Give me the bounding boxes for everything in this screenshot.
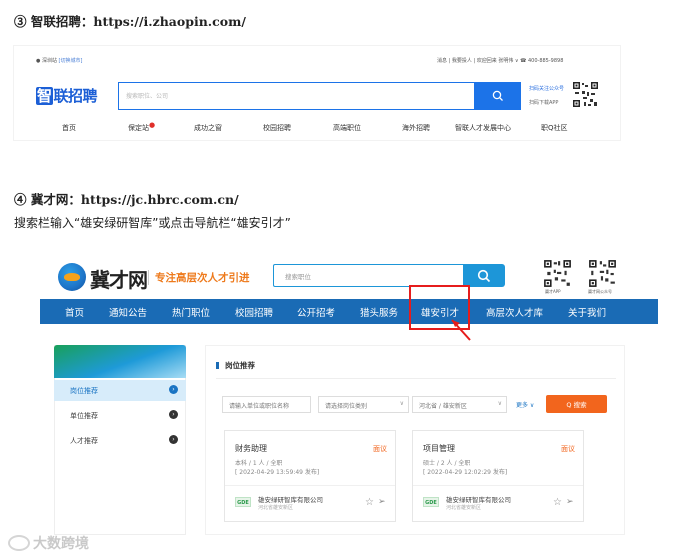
company-logo: GDE	[423, 497, 439, 507]
jicai-search-button[interactable]	[463, 264, 505, 287]
zhaopin-nav-baoding-label: 保定站	[128, 124, 149, 132]
divider	[413, 485, 583, 486]
zhaopin-switch-city-link[interactable]: [切换城市]	[59, 58, 83, 64]
sidebar-item-job-recommend[interactable]: 岗位推荐 ›	[54, 380, 186, 401]
zhaopin-nav-senior[interactable]: 高端职位	[333, 123, 361, 133]
share-send-icon[interactable]: ➢	[566, 497, 574, 507]
chevron-right-icon: ›	[169, 435, 178, 444]
instruction-text: 搜索栏输入“雄安绿研智库”或点击导航栏“雄安引才”	[14, 216, 291, 230]
job-title: 项目管理	[423, 444, 455, 453]
jicai-nav-home[interactable]: 首页	[65, 305, 84, 319]
divider	[225, 485, 395, 486]
zhaopin-logo-mark: 智	[36, 87, 53, 105]
company-name[interactable]: 雄安绿研智库有限公司	[258, 494, 323, 504]
zhaopin-city: ● 深圳站	[36, 58, 57, 64]
watermark-logo-icon	[8, 535, 30, 551]
zhaopin-app-line1: 扫码关注公众号	[529, 86, 565, 92]
chevron-right-icon: ›	[169, 410, 178, 419]
search-icon	[492, 90, 503, 101]
jicai-nav-talent-pool[interactable]: 高层次人才库	[486, 305, 543, 319]
jicai-nav-campus[interactable]: 校园招聘	[235, 305, 273, 319]
category-select-value: 请选择岗位类别	[325, 403, 368, 410]
job-date: [ 2022-04-29 13:59:49 发布]	[235, 469, 320, 476]
zhaopin-nav-baoding[interactable]: 保定站●	[128, 121, 156, 133]
jicai-main-title: 岗位推荐	[216, 360, 255, 371]
zhaopin-logo-text: 联招聘	[53, 87, 98, 105]
zhaopin-search-placeholder: 搜索职位、公司	[126, 93, 169, 100]
keyword-input[interactable]: 请输入单位或职位名称	[222, 396, 311, 413]
qr-code-icon	[543, 259, 572, 288]
region-select-value: 河北省 / 雄安新区	[419, 403, 467, 410]
company-name[interactable]: 雄安绿研智库有限公司	[446, 494, 511, 504]
zhaopin-search-input[interactable]: 搜索职位、公司	[118, 82, 475, 110]
category-select[interactable]: 请选择岗位类别 ∨	[318, 396, 409, 413]
zhaopin-top-links[interactable]: 消息 | 我要投人 | 欢迎回来 张明伟 ∨ ☎ 400-885-9898	[437, 57, 563, 64]
jicai-nav-headhunter[interactable]: 猎头服务	[360, 305, 398, 319]
section3-heading: ③ 智联招聘：https://i.zhaopin.com/	[14, 14, 246, 29]
favorite-star-icon[interactable]: ☆	[365, 497, 374, 508]
job-title: 财务助理	[235, 444, 267, 453]
share-send-icon[interactable]: ➢	[378, 497, 386, 507]
zhaopin-nav-success[interactable]: 成功之窗	[194, 123, 222, 133]
job-requirements: 本科 / 1 人 / 全职	[235, 460, 283, 467]
job-salary: 面议	[373, 445, 387, 453]
jicai-search-placeholder: 搜索职位	[285, 273, 311, 281]
watermark: 大数跨境	[8, 533, 89, 553]
sidebar-item-company-recommend[interactable]: 单位推荐 ›	[54, 405, 186, 426]
sidebar-item-talent-recommend[interactable]: 人才推荐 ›	[54, 430, 186, 451]
jicai-logo-icon[interactable]	[58, 263, 86, 291]
zhaopin-nav-overseas[interactable]: 海外招聘	[402, 123, 430, 133]
job-date: [ 2022-04-29 12:02:29 发布]	[423, 469, 508, 476]
jicai-nav-hot-jobs[interactable]: 热门职位	[172, 305, 210, 319]
search-icon	[477, 269, 491, 282]
jicai-nav-exams[interactable]: 公开招考	[297, 305, 335, 319]
job-requirements: 硕士 / 2 人 / 全职	[423, 460, 471, 467]
sidebar-item-label: 岗位推荐	[70, 387, 98, 395]
zhaopin-search-button[interactable]	[474, 82, 521, 110]
jicai-qr-caption-wechat: 冀才网公众号	[588, 289, 612, 294]
region-select[interactable]: 河北省 / 雄安新区 ∨	[412, 396, 507, 413]
jicai-sidebar-banner	[54, 345, 186, 378]
section4-heading: ④ 冀才网：https://jc.hbrc.com.cn/	[14, 192, 239, 207]
sidebar-item-label: 单位推荐	[70, 412, 98, 420]
jicai-slogan: 专注高层次人才引进	[148, 270, 250, 285]
company-location: 河北省雄安新区	[446, 505, 482, 511]
chevron-down-icon: ∨	[497, 400, 502, 407]
pointer-arrow-icon	[451, 319, 471, 341]
jicai-qr-caption-app: 冀才APP	[545, 289, 561, 294]
watermark-text: 大数跨境	[33, 536, 89, 552]
jicai-search-input[interactable]: 搜索职位	[273, 264, 463, 287]
zhaopin-logo[interactable]: 智联招聘	[36, 85, 98, 106]
chevron-down-icon: ∨	[399, 400, 404, 407]
qr-code-icon	[572, 81, 599, 108]
new-dot-icon: ●	[149, 121, 156, 129]
divider	[216, 378, 616, 379]
jicai-logo-text[interactable]: 冀才网	[90, 264, 148, 293]
zhaopin-nav-campus[interactable]: 校园招聘	[263, 123, 291, 133]
zhaopin-app-line2: 扫码下载APP	[529, 100, 559, 106]
query-button[interactable]: Q 搜索	[546, 395, 607, 413]
zhaopin-nav-talent-center[interactable]: 智联人才发展中心	[455, 123, 511, 133]
company-location: 河北省雄安新区	[258, 505, 294, 511]
company-logo: GDE	[235, 497, 251, 507]
sidebar-item-label: 人才推荐	[70, 437, 98, 445]
zhaopin-nav-home[interactable]: 首页	[62, 123, 76, 133]
job-salary: 面议	[561, 445, 575, 453]
favorite-star-icon[interactable]: ☆	[553, 497, 562, 508]
qr-code-icon	[588, 259, 617, 288]
zhaopin-city-selector[interactable]: ● 深圳站 [切换城市]	[36, 57, 82, 64]
jicai-nav-about[interactable]: 关于我们	[568, 305, 606, 319]
chevron-right-icon: ›	[169, 385, 178, 394]
more-filters-link[interactable]: 更多 ∨	[516, 400, 534, 409]
zhaopin-nav-zhiq[interactable]: 职Q社区	[541, 123, 568, 133]
job-card[interactable]: 项目管理 面议 硕士 / 2 人 / 全职 [ 2022-04-29 12:02…	[412, 430, 584, 522]
jicai-nav-notices[interactable]: 通知公告	[109, 305, 147, 319]
job-card[interactable]: 财务助理 面议 本科 / 1 人 / 全职 [ 2022-04-29 13:59…	[224, 430, 396, 522]
